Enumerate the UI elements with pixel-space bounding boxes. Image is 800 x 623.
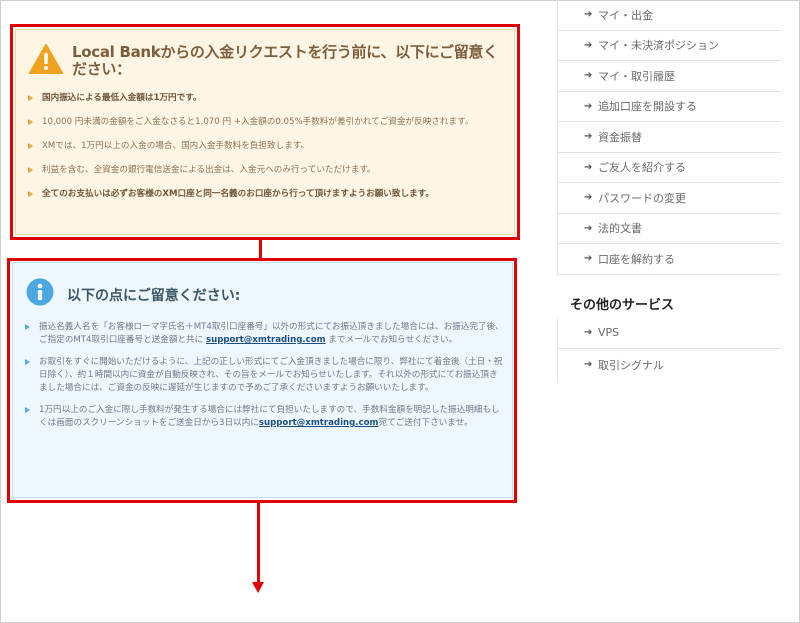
info-item-text: 宛てご送付下さいませ。 [378,418,473,428]
info-item: お取引をすぐに開始いただけるように、上記の正しい形式にてご入金頂きました場合に限… [25,356,505,395]
info-item-text: お取引をすぐに開始いただけるように、上記の正しい形式にてご入金頂きました場合に限… [39,357,503,393]
warning-title: Local Bankからの入金リクエストを行う前に、以下にご留意ください： [72,43,498,78]
arrow-right-icon: ➔ [584,326,593,338]
warning-list: 国内振込による最低入金額は1万円です。 10,000 円未満の金額をご入金なさる… [28,92,506,212]
sidebar-item-legal-documents[interactable]: ➔ 法的文書 [558,214,781,244]
arrow-right-icon: ➔ [584,359,593,370]
arrow-right-icon: ➔ [584,161,593,173]
arrow-right-icon: ➔ [584,222,593,234]
warning-triangle-icon [29,44,63,74]
sidebar-item-trading-signals[interactable]: ➔ 取引シグナル [558,349,781,381]
warning-item: 国内振込による最低入金額は1万円です。 [28,92,506,105]
info-item-text: までメールでお知らせください。 [325,335,458,345]
sidebar-item-label: パスワードの変更 [598,191,686,205]
account-menu: ➔ マイ・出金 ➔ マイ・未決済ポジション ➔ マイ・取引履歴 ➔ 追加口座を開設する … [557,0,781,275]
info-title: 以下の点にご留意ください: [67,288,241,304]
deposit-info-box: 以下の点にご留意ください: 振込名義人名を「お客様ローマ字氏名＋MT4取引口座番… [12,262,513,498]
arrow-right-icon: ➔ [584,192,593,204]
sidebar-item-label: VPS [598,325,620,339]
warning-item: XMでは、1万円以上の入金の場合、国内入金手数料を負担致します。 [28,140,506,153]
deposit-warning-box: Local Bankからの入金リクエストを行う前に、以下にご留意ください： 国内… [15,29,515,235]
connector-line [259,240,262,259]
arrow-right-icon: ➔ [584,9,593,21]
sidebar-item-label: 法的文書 [598,222,642,236]
info-item: 1万円以上のご入金に際し手数料が発生する場合には弊社にて負担いたしますので、手数… [25,404,505,430]
sidebar-item-label: ご友人を紹介する [598,161,686,175]
sidebar-item-label: マイ・出金 [598,8,653,22]
sidebar-item-fund-transfer[interactable]: ➔ 資金振替 [558,122,781,153]
sidebar-item-change-password[interactable]: ➔ パスワードの変更 [558,183,781,214]
sidebar-item-label: 資金振替 [598,130,642,144]
down-arrow-head-icon [252,582,264,593]
sidebar-item-withdrawal[interactable]: ➔ マイ・出金 [558,0,781,31]
info-item: 振込名義人名を「お客様ローマ字氏名＋MT4取引口座番号」以外の形式にてお振込頂き… [25,321,505,347]
down-arrow-line [257,503,260,583]
other-services-menu: ➔ VPS ➔ 取引シグナル [557,316,781,381]
other-services-heading: その他のサービス [570,298,675,313]
sidebar-item-trade-history[interactable]: ➔ マイ・取引履歴 [558,61,781,92]
info-circle-icon [26,278,54,306]
sidebar: ➔ マイ・出金 ➔ マイ・未決済ポジション ➔ マイ・取引履歴 ➔ 追加口座を開設する … [557,0,781,381]
arrow-right-icon: ➔ [584,39,593,51]
support-email-link[interactable]: support@xmtrading.com [259,418,379,428]
warning-item: 全てのお支払いは必ずお客様のXM口座と同一名義のお口座から行って頂けますようお願… [28,188,506,201]
sidebar-item-label: 口座を解約する [598,252,675,266]
arrow-right-icon: ➔ [584,253,593,265]
arrow-right-icon: ➔ [584,70,593,82]
sidebar-item-open-positions[interactable]: ➔ マイ・未決済ポジション [558,31,781,61]
arrow-right-icon: ➔ [584,131,593,143]
sidebar-item-vps[interactable]: ➔ VPS [558,317,781,349]
sidebar-item-label: 追加口座を開設する [598,100,697,114]
warning-item: 利益を含む、全資金の銀行電信送金による出金は、入金元へのみ行っていただけます。 [28,164,506,177]
warning-item: 10,000 円未満の金額をご入金なさると1,070 円 +入金額の0.05%手… [28,116,506,129]
sidebar-item-open-additional-account[interactable]: ➔ 追加口座を開設する [558,92,781,122]
sidebar-item-label: マイ・取引履歴 [598,69,675,83]
sidebar-item-close-account[interactable]: ➔ 口座を解約する [558,244,781,275]
sidebar-item-label: 取引シグナル [598,358,664,372]
arrow-right-icon: ➔ [584,100,593,112]
support-email-link[interactable]: support@xmtrading.com [206,335,326,345]
sidebar-item-refer-friend[interactable]: ➔ ご友人を紹介する [558,153,781,183]
sidebar-item-label: マイ・未決済ポジション [598,39,719,53]
info-list: 振込名義人名を「お客様ローマ字氏名＋MT4取引口座番号」以外の形式にてお振込頂き… [25,321,505,439]
